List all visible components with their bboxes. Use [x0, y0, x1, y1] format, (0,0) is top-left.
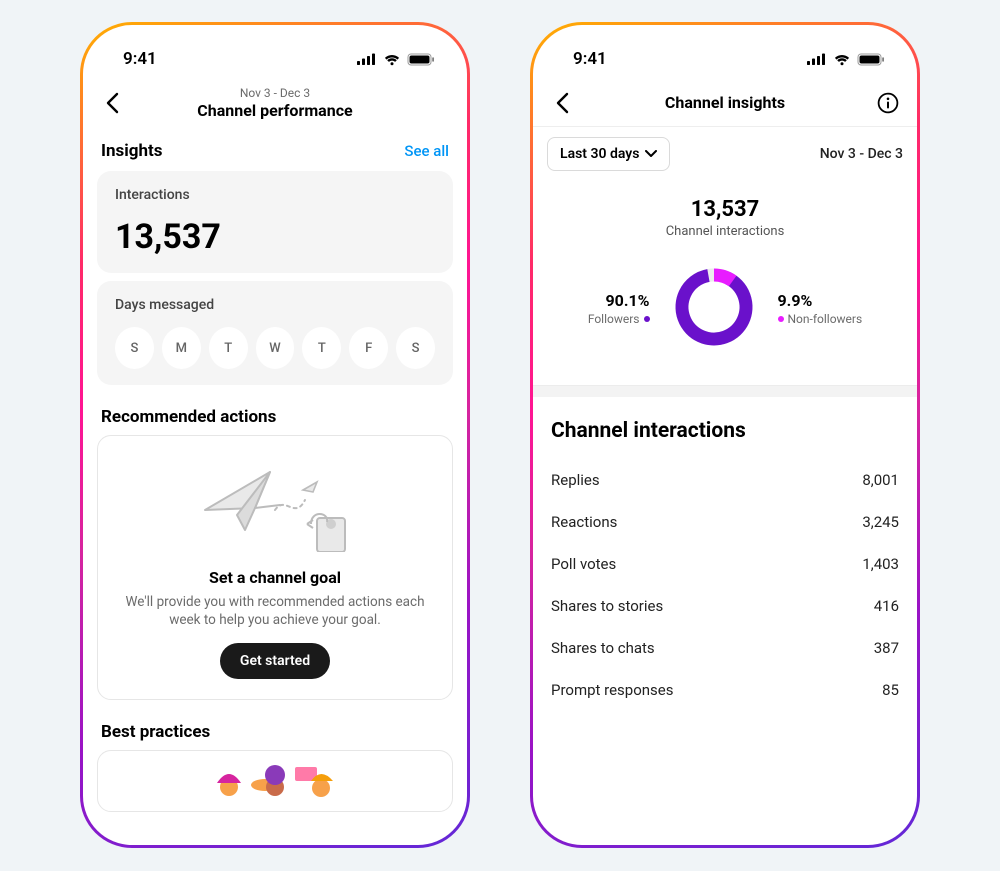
- nonfollowers-label: Non-followers: [788, 312, 863, 328]
- stat-label: Shares to chats: [551, 639, 655, 657]
- recommended-desc: We'll provide you with recommended actio…: [120, 593, 430, 629]
- nav-header: Channel insights: [533, 79, 917, 127]
- day-chip: S: [115, 327, 154, 369]
- section-divider: [533, 385, 917, 397]
- day-chip: F: [349, 327, 388, 369]
- day-chip: T: [302, 327, 341, 369]
- stat-value: 416: [874, 597, 899, 615]
- paper-plane-illustration: [120, 456, 430, 556]
- status-bar: 9:41: [83, 25, 467, 79]
- stat-label: Poll votes: [551, 555, 616, 573]
- see-all-link[interactable]: See all: [404, 142, 449, 160]
- stat-value: 8,001: [862, 471, 899, 489]
- chevron-down-icon: [645, 146, 657, 162]
- stat-label: Replies: [551, 471, 600, 489]
- best-practices-card[interactable]: [97, 750, 453, 812]
- date-range-text: Nov 3 - Dec 3: [820, 146, 903, 162]
- insights-heading: Insights: [101, 141, 162, 161]
- summary-label: Channel interactions: [533, 224, 917, 239]
- nonfollowers-pct: 9.9%: [778, 291, 863, 312]
- interactions-card[interactable]: Interactions 13,537: [97, 171, 453, 273]
- stat-value: 3,245: [862, 513, 899, 531]
- legend-dot-magenta: [778, 316, 784, 322]
- page-title: Channel insights: [665, 93, 785, 112]
- day-chip: W: [256, 327, 295, 369]
- recommended-title: Set a channel goal: [120, 568, 430, 587]
- cellular-icon: [357, 53, 377, 65]
- followers-pct: 90.1%: [588, 291, 650, 312]
- followers-label: Followers: [588, 312, 640, 328]
- people-illustration: [110, 763, 440, 799]
- status-time: 9:41: [123, 49, 157, 69]
- interactions-label: Interactions: [115, 187, 435, 203]
- wifi-icon: [833, 53, 851, 66]
- stat-row: Prompt responses 85: [547, 669, 903, 711]
- nonfollowers-legend: 9.9% Non-followers: [778, 291, 863, 327]
- days-row: S M T W T F S: [115, 327, 435, 369]
- stat-value: 1,403: [862, 555, 899, 573]
- stat-label: Shares to stories: [551, 597, 663, 615]
- back-button[interactable]: [547, 88, 577, 118]
- phone-frame-left: 9:41 Nov 3 - D: [80, 22, 470, 848]
- status-bar: 9:41: [533, 25, 917, 79]
- stat-value: 85: [882, 681, 899, 699]
- recommended-heading: Recommended actions: [101, 407, 449, 427]
- stat-row: Shares to stories 416: [547, 585, 903, 627]
- stat-row: Replies 8,001: [547, 459, 903, 501]
- nav-header: Nov 3 - Dec 3 Channel performance: [83, 79, 467, 127]
- recommended-card: Set a channel goal We'll provide you wit…: [97, 435, 453, 700]
- days-messaged-label: Days messaged: [115, 297, 435, 313]
- day-chip: M: [162, 327, 201, 369]
- header-date-range: Nov 3 - Dec 3: [197, 86, 352, 100]
- best-practices-heading: Best practices: [101, 722, 449, 742]
- stat-label: Prompt responses: [551, 681, 674, 699]
- donut-chart: [670, 263, 758, 355]
- get-started-button[interactable]: Get started: [220, 643, 330, 679]
- info-button[interactable]: [873, 88, 903, 118]
- battery-icon: [857, 53, 885, 66]
- followers-legend: 90.1% Followers: [588, 291, 650, 327]
- wifi-icon: [383, 53, 401, 66]
- battery-icon: [407, 53, 435, 66]
- day-chip: S: [396, 327, 435, 369]
- phone-frame-right: 9:41 Channel i: [530, 22, 920, 848]
- stat-row: Poll votes 1,403: [547, 543, 903, 585]
- summary-stat: 13,537 Channel interactions: [533, 197, 917, 239]
- stat-row: Shares to chats 387: [547, 627, 903, 669]
- summary-value: 13,537: [533, 197, 917, 222]
- status-time: 9:41: [573, 49, 607, 69]
- page-title: Channel performance: [197, 101, 352, 120]
- back-button[interactable]: [97, 88, 127, 118]
- stat-value: 387: [874, 639, 899, 657]
- date-filter-label: Last 30 days: [560, 146, 639, 162]
- stat-label: Reactions: [551, 513, 617, 531]
- stat-row: Reactions 3,245: [547, 501, 903, 543]
- interactions-heading: Channel interactions: [551, 419, 899, 443]
- interactions-value: 13,537: [115, 217, 435, 257]
- days-messaged-card[interactable]: Days messaged S M T W T F S: [97, 281, 453, 385]
- day-chip: T: [209, 327, 248, 369]
- cellular-icon: [807, 53, 827, 65]
- date-filter-chip[interactable]: Last 30 days: [547, 137, 670, 171]
- legend-dot-purple: [644, 316, 650, 322]
